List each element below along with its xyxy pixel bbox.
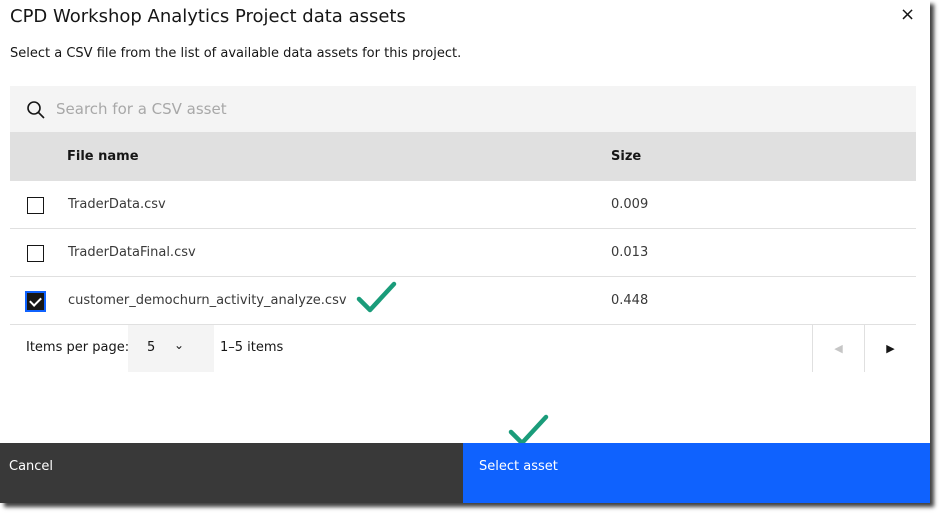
items-per-page-value: 5 [147,340,156,355]
file-size: 0.009 [611,197,649,212]
next-page-icon[interactable]: ▶ [864,325,916,372]
table-row[interactable]: TraderData.csv 0.009 [10,181,916,229]
header-file-name[interactable]: File name [67,149,139,164]
annotation-checkmark-icon [356,281,397,313]
search-bar [10,86,916,133]
modal: CPD Workshop Analytics Project data asse… [0,0,930,503]
row-checkbox[interactable] [27,197,44,214]
file-name: TraderDataFinal.csv [68,245,196,260]
row-checkbox[interactable] [27,245,44,262]
file-size: 0.448 [611,293,649,308]
file-name: customer_demochurn_activity_analyze.csv [68,293,347,308]
table-row[interactable]: customer_demochurn_activity_analyze.csv … [10,277,916,325]
cancel-button[interactable]: Cancel [0,443,463,503]
pagination: Items per page: 5 ⌄ 1–5 items ◀ ▶ [10,325,916,372]
close-icon[interactable]: × [900,4,915,25]
items-per-page-select[interactable]: 5 ⌄ [128,325,214,372]
header-size[interactable]: Size [611,149,641,164]
table-row[interactable]: TraderDataFinal.csv 0.013 [10,229,916,277]
file-name: TraderData.csv [68,197,166,212]
modal-title: CPD Workshop Analytics Project data asse… [10,6,406,27]
select-asset-button[interactable]: Select asset [463,443,930,503]
row-checkbox-checked[interactable] [25,291,46,312]
chevron-down-icon: ⌄ [174,338,185,352]
search-icon [27,101,45,119]
search-input[interactable] [56,86,896,132]
item-range: 1–5 items [220,340,284,355]
modal-subtitle: Select a CSV file from the list of avail… [10,46,462,61]
previous-page-icon[interactable]: ◀ [812,325,864,372]
items-per-page-label: Items per page: [26,340,130,355]
table-header: File name Size [10,133,916,181]
file-size: 0.013 [611,245,649,260]
